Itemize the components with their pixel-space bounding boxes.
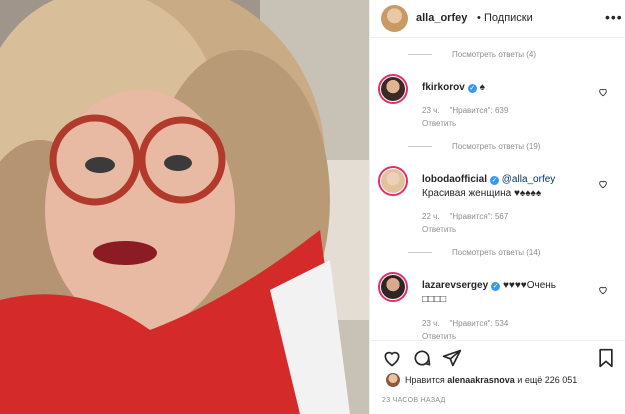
view-replies-button[interactable]: Посмотреть ответы (4) [408,50,536,59]
reply-button[interactable]: Ответить [422,225,456,234]
author-username[interactable]: alla_orfey [416,12,467,24]
comment-line: lazarevsergey ✓ ♥♥♥♥Очень [422,280,556,291]
reply-button[interactable]: Ответить [422,119,456,128]
comment-avatar-lobodaofficial[interactable] [378,166,408,196]
comment-meta: 23 ч. "Нравится": 534 [422,319,518,328]
following-button[interactable]: Подписки [484,12,533,24]
comment-likes[interactable]: "Нравится": 639 [450,106,509,115]
comment-line: fkirkorov ✓ ♠ [422,82,485,93]
comment-text: Красивая женщина ♥♠♠♠♠ [422,188,542,199]
post-header: alla_orfey • Подписки ••• [370,0,625,38]
comment-text: ♥♥♥♥Очень [502,280,556,291]
comment-time[interactable]: 23 ч. [422,106,440,115]
verified-badge-icon: ✓ [467,84,477,93]
comment-likes[interactable]: "Нравится": 567 [450,212,509,221]
author-avatar[interactable] [381,5,408,32]
more-options-icon[interactable]: ••• [605,9,623,25]
comment-time[interactable]: 22 ч. [422,212,440,221]
comment-avatar-fkirkorov[interactable] [378,74,408,104]
likes-prefix: Нравится [405,375,445,385]
replies-line [408,146,432,148]
post-timestamp[interactable]: 23 ЧАСОВ НАЗАД [382,397,446,404]
view-replies-button[interactable]: Посмотреть ответы (14) [408,248,540,257]
replies-line [408,54,432,56]
comment-bubble-icon[interactable] [412,348,432,368]
comment-avatar-lazarevsergey[interactable] [378,272,408,302]
comment-username[interactable]: lobodaofficial [422,174,487,185]
comment-meta: 22 ч. "Нравится": 567 [422,212,518,221]
comment-mention-link[interactable]: @alla_orfey [502,174,556,185]
avatar-image [381,169,405,193]
like-comment-heart-icon[interactable] [598,285,608,295]
comment-meta: 23 ч. "Нравится": 639 [422,106,518,115]
likes-count[interactable]: и ещё 226 051 [517,375,577,385]
post-photo[interactable] [0,0,369,414]
comments-list[interactable]: Посмотреть ответы (4) fkirkorov ✓ ♠ 23 ч.… [370,38,625,340]
verified-badge-icon: ✓ [490,176,499,185]
liker-avatar[interactable] [386,373,400,387]
view-replies-button[interactable]: Посмотреть ответы (19) [408,142,540,151]
likes-text: Нравится alenaakrasnova и ещё 226 051 [405,375,577,385]
avatar-image [381,275,405,299]
comment-username[interactable]: lazarevsergey [422,280,488,291]
portrait-image [0,0,369,414]
comments-panel: alla_orfey • Подписки ••• Посмотреть отв… [369,0,625,414]
comment-text: ♠ [479,82,485,93]
reply-button[interactable]: Ответить [422,332,456,340]
share-send-icon[interactable] [442,348,462,368]
comment-time[interactable]: 23 ч. [422,319,440,328]
replies-line [408,252,432,254]
like-comment-heart-icon[interactable] [598,87,608,97]
bookmark-save-icon[interactable] [596,348,616,368]
comment-likes[interactable]: "Нравится": 534 [450,319,509,328]
like-heart-icon[interactable] [382,348,402,368]
liker-username[interactable]: alenaakrasnova [447,375,515,385]
comment-text-continued: □□□□ [422,294,447,305]
comment-username[interactable]: fkirkorov [422,82,465,93]
verified-badge-icon: ✓ [491,282,501,291]
avatar-image [381,77,405,101]
comment-line: lobodaofficial ✓ @alla_orfey [422,174,555,185]
post-actions: Нравится alenaakrasnova и ещё 226 051 23… [370,340,625,414]
like-comment-heart-icon[interactable] [598,179,608,189]
header-separator: • [477,12,481,24]
